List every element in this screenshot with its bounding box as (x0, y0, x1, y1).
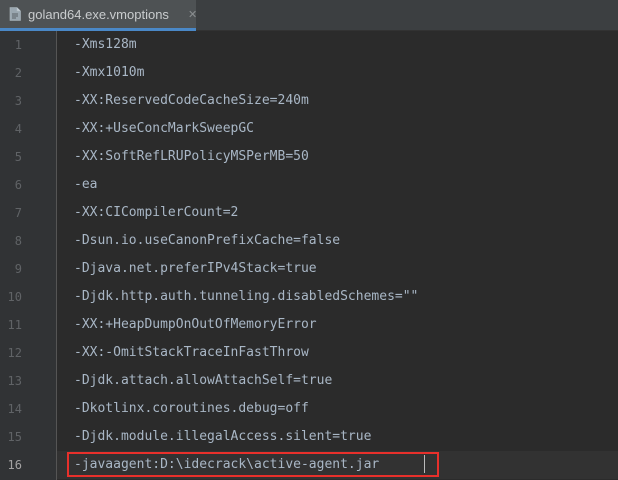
line-number: 12 (7, 346, 22, 360)
code-line-text[interactable]: -Dsun.io.useCanonPrefixCache=false (74, 227, 340, 255)
line-number: 7 (14, 206, 22, 220)
line-number: 10 (7, 290, 22, 304)
line-number: 14 (7, 402, 22, 416)
code-line[interactable]: 7 -XX:CICompilerCount=2 (0, 199, 618, 227)
line-number: 1 (14, 38, 22, 52)
code-line[interactable]: 3 -XX:ReservedCodeCacheSize=240m (0, 87, 618, 115)
line-number: 5 (14, 150, 22, 164)
code-line-text[interactable]: -Djdk.module.illegalAccess.silent=true (74, 423, 371, 451)
code-line[interactable]: 1 -Xms128m (0, 31, 618, 59)
code-line[interactable]: 4 -XX:+UseConcMarkSweepGC (0, 115, 618, 143)
line-number: 9 (14, 262, 22, 276)
line-number: 6 (14, 178, 22, 192)
code-line-text[interactable]: -Djdk.attach.allowAttachSelf=true (74, 367, 332, 395)
code-line-text[interactable]: -XX:-OmitStackTraceInFastThrow (74, 339, 309, 367)
code-line-text[interactable]: -Djava.net.preferIPv4Stack=true (74, 255, 317, 283)
code-line[interactable]: 6 -ea (0, 171, 618, 199)
annotation-highlight-box (67, 452, 439, 477)
code-line[interactable]: 5 -XX:SoftRefLRUPolicyMSPerMB=50 (0, 143, 618, 171)
line-number: 4 (14, 122, 22, 136)
text-caret (424, 455, 425, 473)
code-line-text[interactable]: -XX:SoftRefLRUPolicyMSPerMB=50 (74, 143, 309, 171)
code-line[interactable]: 14 -Dkotlinx.coroutines.debug=off (0, 395, 618, 423)
close-icon[interactable]: ✕ (188, 8, 197, 21)
code-line-text[interactable]: -ea (74, 171, 97, 199)
line-number: 16 (7, 458, 22, 472)
code-line-text[interactable]: -XX:+HeapDumpOnOutOfMemoryError (74, 311, 317, 339)
code-line-text[interactable]: -Xms128m (74, 31, 137, 59)
tab-vmoptions-file[interactable]: goland64.exe.vmoptions ✕ (0, 0, 197, 31)
line-number: 15 (7, 430, 22, 444)
code-line[interactable]: 15 -Djdk.module.illegalAccess.silent=true (0, 423, 618, 451)
code-line-text[interactable]: -XX:+UseConcMarkSweepGC (74, 115, 254, 143)
code-line[interactable]: 9 -Djava.net.preferIPv4Stack=true (0, 255, 618, 283)
tab-bar: goland64.exe.vmoptions ✕ (0, 0, 618, 31)
code-line[interactable]: 13 -Djdk.attach.allowAttachSelf=true (0, 367, 618, 395)
vmoptions-file-icon (9, 7, 21, 21)
code-line-text[interactable]: -Dkotlinx.coroutines.debug=off (74, 395, 309, 423)
tab-title: goland64.exe.vmoptions (28, 6, 169, 22)
line-number: 11 (7, 318, 22, 332)
code-line[interactable]: 11 -XX:+HeapDumpOnOutOfMemoryError (0, 311, 618, 339)
line-number: 3 (14, 94, 22, 108)
code-line[interactable]: 8 -Dsun.io.useCanonPrefixCache=false (0, 227, 618, 255)
code-line-text[interactable]: -Xmx1010m (74, 59, 144, 87)
line-number: 2 (14, 66, 22, 80)
line-number: 8 (14, 234, 22, 248)
code-line-text[interactable]: -Djdk.http.auth.tunneling.disabledScheme… (74, 283, 418, 311)
line-number: 13 (7, 374, 22, 388)
code-line[interactable]: 2 -Xmx1010m (0, 59, 618, 87)
code-line-text[interactable]: -XX:ReservedCodeCacheSize=240m (74, 87, 309, 115)
code-line[interactable]: 12 -XX:-OmitStackTraceInFastThrow (0, 339, 618, 367)
code-line[interactable]: 10 -Djdk.http.auth.tunneling.disabledSche… (0, 283, 618, 311)
code-line-text[interactable]: -XX:CICompilerCount=2 (74, 199, 238, 227)
editor-window: goland64.exe.vmoptions ✕ 1 -Xms128m 2 -Xmx1… (0, 0, 618, 480)
